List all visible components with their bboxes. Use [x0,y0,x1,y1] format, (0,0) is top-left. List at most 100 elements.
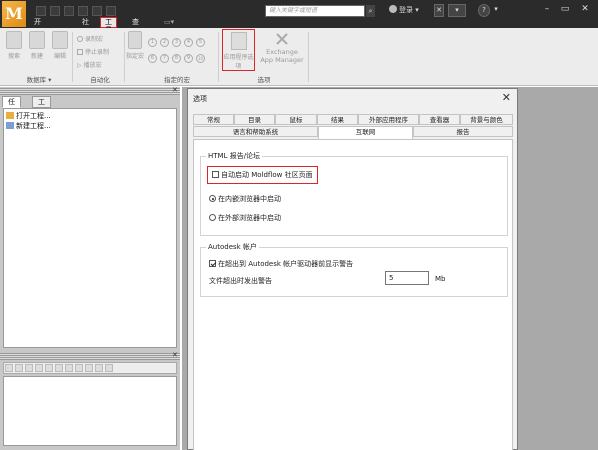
tool-8-icon[interactable] [75,364,83,372]
search-icon[interactable]: ⌕ [366,5,375,17]
tab-get-started[interactable]: 开始并学习 [30,17,45,70]
tool-10-icon[interactable] [95,364,103,372]
lower-panel [3,376,177,446]
database-edit-icon [52,31,68,49]
tab-background-color[interactable]: 背景与颜色 [460,114,513,125]
lower-pane-grip[interactable] [0,353,180,360]
external-browser-radio[interactable]: 在外部浏览器中启动 [209,213,281,223]
user-icon [389,5,397,13]
tab-view[interactable]: 查看 [128,17,143,37]
exchange-icon[interactable]: ✕ [434,4,444,17]
internal-browser-radio[interactable]: 在内嵌浏览器中启动 [209,194,281,204]
macro-8-button[interactable]: 8 [172,54,181,63]
tasks-pane-close-icon[interactable]: ✕ [172,86,178,94]
quick-access-redo-icon[interactable] [92,6,102,16]
stop-icon [77,49,83,55]
record-macro-button[interactable]: 录制宏 [77,34,103,43]
app-logo[interactable]: M [2,1,26,27]
help-search-input[interactable]: 键入关键字或短语 [265,5,365,17]
title-bar: M 键入关键字或短语 ⌕ 登录 ▾ ✕ ▾ ? ▾ – ▭ ✕ 开始并学习 社区… [0,0,598,70]
macro-10-button[interactable]: 10 [196,54,205,63]
macro-5-button[interactable]: 5 [196,38,205,47]
ribbon: 搜索 新建 编辑 数据库 ▾ 录制宏 停止录制 ▷ 播放宏 自动化 指定宏 1 2… [0,28,598,86]
radio-selected-icon [209,195,216,202]
close-icon[interactable]: ✕ [578,3,592,15]
macro-9-button[interactable]: 9 [184,54,193,63]
macro-6-button[interactable]: 6 [148,54,157,63]
tool-1-icon[interactable] [5,364,13,372]
new-project-item[interactable]: 新建工程... [6,121,51,131]
quick-access-save-icon[interactable] [64,6,74,16]
application-options-button[interactable]: 应用程序选项 [222,29,255,71]
login-button[interactable]: 登录 ▾ [389,5,419,15]
quick-access-new-icon[interactable] [36,6,46,16]
tab-mouse[interactable]: 鼠标 [275,114,317,125]
warn-size-unit: Mb [435,275,446,283]
warn-expire-checkbox[interactable]: 在超出到 Autodesk 帐户驱动器前显示警告 [209,259,353,269]
exchange-app-manager-button[interactable]: Exchange App Manager [260,32,304,64]
tool-2-icon[interactable] [15,364,23,372]
macro-1-button[interactable]: 1 [148,38,157,47]
html-section-legend: HTML 报告/论坛 [206,151,263,161]
tab-reports[interactable]: 报告 [413,126,513,137]
automation-group-label: 自动化 [90,76,110,84]
tab-community[interactable]: 社区 [78,17,93,37]
tool-9-icon[interactable] [85,364,93,372]
macro-group-label: 指定的宏 [164,76,190,84]
dialog-title: 选项 [193,95,207,103]
app-options-icon [230,32,247,50]
folder-open-icon [6,112,14,119]
tab-tools-pane[interactable]: 工具 [32,96,51,117]
quick-access-undo-icon[interactable] [78,6,88,16]
autodesk-section [200,247,508,297]
macro-2-button[interactable]: 2 [160,38,169,47]
tool-6-icon[interactable] [55,364,63,372]
tab-directories[interactable]: 目录 [234,114,275,125]
db-search-button[interactable]: 搜索 [4,31,24,60]
tab-general[interactable]: 常规 [193,114,234,125]
tab-external-apps[interactable]: 外部应用程序 [358,114,419,125]
options-group-label: 选项 [257,76,271,84]
ribbon-separator [124,32,125,82]
quick-access-open-icon[interactable] [50,6,60,16]
tab-tools[interactable]: 工具 [100,17,117,34]
dialog-close-icon[interactable]: ✕ [502,91,511,104]
assign-macro-button[interactable]: 指定宏 [126,31,144,60]
help-menu-chevron-icon[interactable]: ▾ [492,4,500,17]
database-new-icon [29,31,45,49]
restore-icon[interactable]: ▭ [558,3,572,15]
tool-7-icon[interactable] [65,364,73,372]
ribbon-options-icon[interactable]: ▭▾ [160,17,178,28]
tasks-list: 打开工程... 新建工程... [3,108,177,348]
record-icon [77,36,83,42]
launch-community-checkbox[interactable]: 自动启动 Moldflow 社区页面 [207,166,318,184]
macro-3-button[interactable]: 3 [172,38,181,47]
help-icon[interactable]: ? [478,4,490,17]
lower-pane-close-icon[interactable]: ✕ [172,351,178,359]
macro-7-button[interactable]: 7 [160,54,169,63]
tab-results[interactable]: 结果 [317,114,358,125]
tab-language-help[interactable]: 语言和帮助系统 [193,126,318,137]
tasks-pane-grip[interactable] [0,88,180,95]
communication-center-icon[interactable]: ▾ [448,4,466,17]
open-project-item[interactable]: 打开工程... [6,111,51,121]
tool-11-icon[interactable] [105,364,113,372]
assign-macro-icon [128,31,142,49]
tool-5-icon[interactable] [45,364,53,372]
minimize-icon[interactable]: – [540,3,554,15]
database-group-label[interactable]: 数据库 ▾ [8,74,70,84]
db-new-button[interactable]: 新建 [27,31,47,60]
play-macro-button[interactable]: ▷ 播放宏 [77,60,102,69]
tool-3-icon[interactable] [25,364,33,372]
db-edit-button[interactable]: 编辑 [50,31,70,60]
warn-size-input[interactable]: 5 [385,271,429,285]
macro-4-button[interactable]: 4 [184,38,193,47]
tab-tasks[interactable]: 任务 [2,96,21,117]
ribbon-separator [308,32,309,82]
tab-viewer[interactable]: 查看器 [419,114,460,125]
tab-internet[interactable]: 互联网 [318,126,413,140]
quick-access-print-icon[interactable] [106,6,116,16]
tool-4-icon[interactable] [35,364,43,372]
stop-recording-button[interactable]: 停止录制 [77,47,109,56]
checkbox-checked-icon [209,260,216,267]
